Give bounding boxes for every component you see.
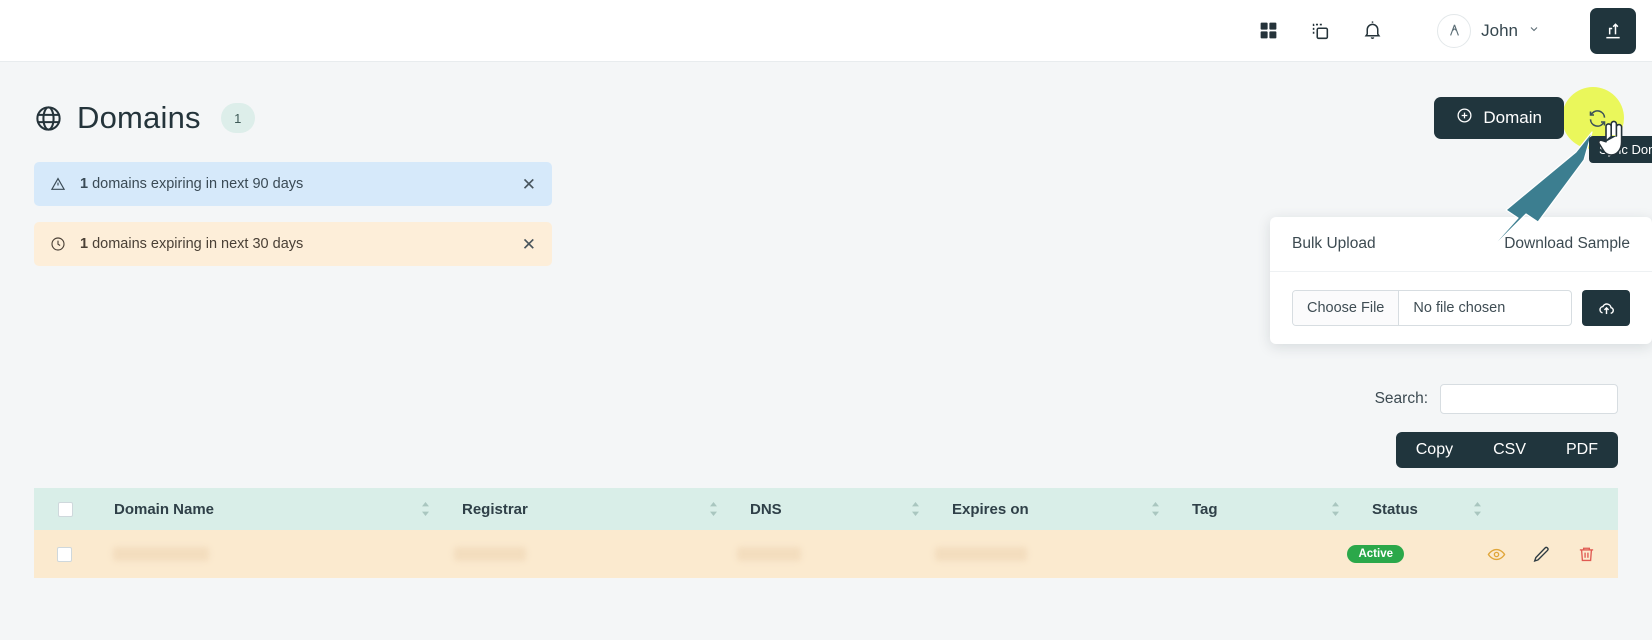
column-label: Tag xyxy=(1192,500,1218,518)
bulk-upload-body: Choose File No file chosen xyxy=(1270,272,1652,344)
choose-file-button[interactable]: Choose File xyxy=(1293,291,1400,325)
alert-90-days: 1 domains expiring in next 90 days ✕ xyxy=(34,162,552,206)
search-label: Search: xyxy=(1374,390,1428,407)
cloud-upload-button[interactable] xyxy=(1582,290,1630,326)
clock-icon xyxy=(50,236,66,252)
globe-icon xyxy=(34,104,63,133)
apps-grid-icon[interactable] xyxy=(1255,18,1281,44)
chevron-down-icon xyxy=(1528,23,1540,38)
select-all-header xyxy=(34,501,96,517)
file-input[interactable]: Choose File No file chosen xyxy=(1292,290,1572,326)
bulk-upload-header: Bulk Upload Download Sample xyxy=(1270,217,1652,272)
cell-expires-on xyxy=(917,547,1153,561)
copy-layers-icon[interactable] xyxy=(1307,18,1333,44)
redacted-value xyxy=(935,547,1028,561)
page-header: Domains 1 Domain xyxy=(34,84,1624,152)
pdf-button[interactable]: PDF xyxy=(1546,432,1618,468)
page-content: Domains 1 Domain 1 domains expiring in n… xyxy=(0,84,1652,578)
redacted-value xyxy=(736,547,801,561)
plus-circle-icon xyxy=(1456,107,1473,129)
row-checkbox[interactable] xyxy=(56,546,72,562)
alert-count: 1 xyxy=(80,236,89,252)
bulk-upload-title: Bulk Upload xyxy=(1292,235,1376,252)
edit-pencil-icon[interactable] xyxy=(1532,545,1551,564)
cell-domain-name xyxy=(95,547,436,561)
search-row: Search: xyxy=(34,384,1618,414)
domain-count-badge: 1 xyxy=(220,103,255,133)
column-label: Status xyxy=(1372,500,1418,518)
alert-text: domains expiring in next 30 days xyxy=(92,236,304,252)
status-badge: Active xyxy=(1347,545,1404,563)
bell-icon[interactable] xyxy=(1359,18,1385,44)
column-header-registrar[interactable]: Registrar xyxy=(444,501,732,518)
sort-icon[interactable] xyxy=(911,502,920,516)
table-header-row: Domain Name Registrar DNS Expires on Tag… xyxy=(34,488,1618,530)
row-select-cell xyxy=(34,546,95,562)
sort-icon[interactable] xyxy=(709,502,718,516)
cell-actions xyxy=(1469,545,1618,564)
cell-status: Active xyxy=(1329,545,1469,563)
column-label: DNS xyxy=(750,500,782,518)
copy-button[interactable]: Copy xyxy=(1396,432,1473,468)
view-eye-icon[interactable] xyxy=(1487,545,1506,564)
sort-icon[interactable] xyxy=(1151,502,1160,516)
add-domain-button[interactable]: Domain xyxy=(1434,97,1564,139)
sort-icon[interactable] xyxy=(1473,502,1482,516)
csv-button[interactable]: CSV xyxy=(1473,432,1546,468)
column-header-tag[interactable]: Tag xyxy=(1174,501,1354,518)
sort-icon[interactable] xyxy=(421,502,430,516)
cell-registrar xyxy=(436,547,719,561)
header-actions: Domain xyxy=(1434,87,1624,149)
delete-trash-icon[interactable] xyxy=(1577,545,1596,564)
redacted-value xyxy=(454,547,527,561)
close-icon[interactable]: ✕ xyxy=(522,236,536,253)
column-label: Registrar xyxy=(462,500,528,518)
export-button-group: Copy CSV PDF xyxy=(1395,432,1618,468)
select-all-checkbox[interactable] xyxy=(57,501,73,517)
column-header-dns[interactable]: DNS xyxy=(732,501,934,518)
user-name-label: John xyxy=(1481,20,1518,40)
column-header-expires-on[interactable]: Expires on xyxy=(934,501,1174,518)
sync-domain-button[interactable] xyxy=(1576,97,1618,139)
close-icon[interactable]: ✕ xyxy=(522,176,536,193)
export-upload-button[interactable] xyxy=(1590,7,1636,54)
redacted-value xyxy=(112,547,209,561)
column-header-status[interactable]: Status xyxy=(1354,501,1496,518)
sort-icon[interactable] xyxy=(1331,502,1340,516)
domains-table: Domain Name Registrar DNS Expires on Tag… xyxy=(34,488,1618,578)
top-bar: John xyxy=(0,0,1652,62)
sync-domain-tooltip: Sync Domain xyxy=(1589,136,1652,163)
column-label: Domain Name xyxy=(114,500,215,518)
export-buttons-row: Copy CSV PDF xyxy=(34,432,1618,468)
bulk-upload-panel: Bulk Upload Download Sample Choose File … xyxy=(1270,217,1652,344)
search-input[interactable] xyxy=(1440,384,1618,414)
file-name-label: No file chosen xyxy=(1413,300,1506,316)
add-domain-label: Domain xyxy=(1483,108,1542,127)
warning-triangle-icon xyxy=(50,176,66,192)
page-title: Domains xyxy=(77,100,201,135)
alert-count: 1 xyxy=(80,176,89,192)
column-label: Expires on xyxy=(952,500,1029,518)
column-header-domain-name[interactable]: Domain Name xyxy=(96,501,444,518)
alert-30-days: 1 domains expiring in next 30 days ✕ xyxy=(34,222,552,266)
table-row[interactable]: Active xyxy=(34,530,1618,578)
cell-dns xyxy=(719,547,917,561)
topbar-icon-group: John xyxy=(1255,7,1636,54)
user-menu[interactable]: John xyxy=(1437,13,1540,48)
alert-text: domains expiring in next 90 days xyxy=(92,176,304,192)
avatar xyxy=(1437,13,1472,48)
download-sample-link[interactable]: Download Sample xyxy=(1504,235,1630,253)
